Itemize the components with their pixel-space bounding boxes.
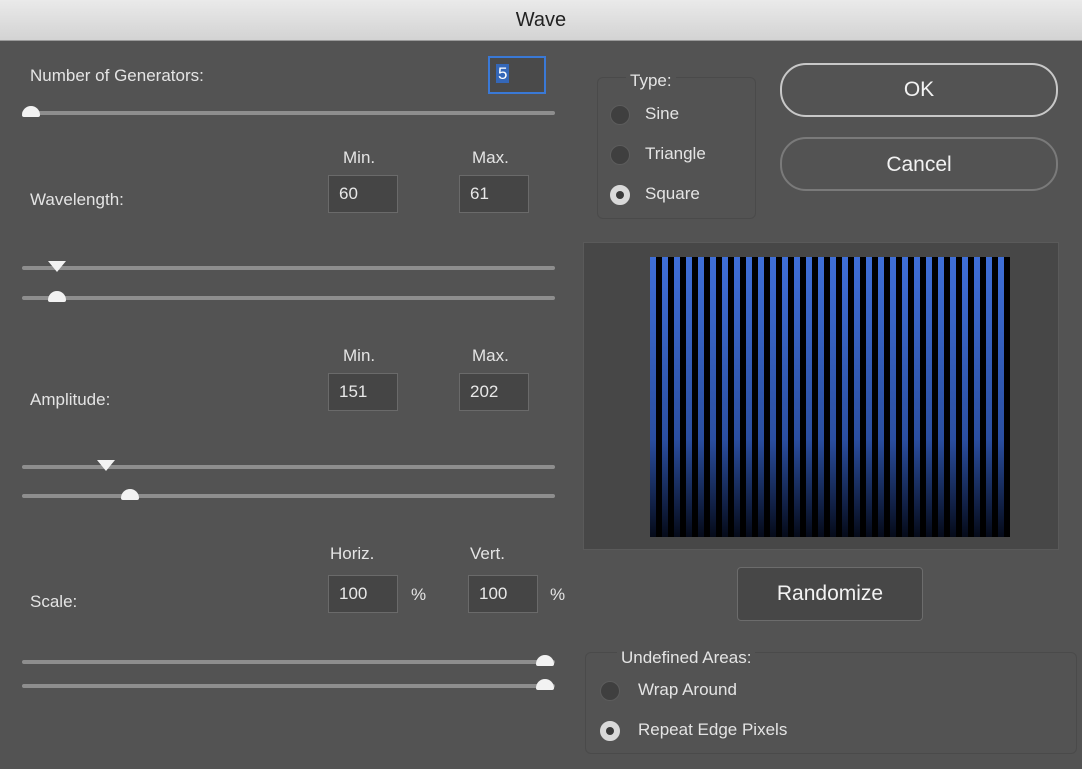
- preview-stripe: [686, 257, 692, 537]
- type-group-title: Type:: [626, 71, 676, 91]
- preview-stripe: [698, 257, 704, 537]
- scale-vert-input[interactable]: 100: [468, 575, 538, 613]
- type-square-radio[interactable]: [610, 185, 630, 205]
- preview-stripe: [998, 257, 1004, 537]
- preview-stripe: [734, 257, 740, 537]
- amplitude-min-input[interactable]: 151: [328, 373, 398, 411]
- type-square-label[interactable]: Square: [645, 184, 700, 204]
- scale-vert-slider-track[interactable]: [22, 684, 555, 688]
- preview-stripe: [866, 257, 872, 537]
- scale-horiz-slider-track[interactable]: [22, 660, 555, 664]
- wave-preview: [650, 257, 1010, 537]
- preview-stripe: [722, 257, 728, 537]
- preview-stripe: [914, 257, 920, 537]
- scale-horiz-input[interactable]: 100: [328, 575, 398, 613]
- preview-stripe: [938, 257, 944, 537]
- preview-stripe: [830, 257, 836, 537]
- wavelength-min-slider-track[interactable]: [22, 266, 555, 270]
- generators-label: Number of Generators:: [30, 66, 204, 85]
- scale-horiz-slider-thumb[interactable]: [536, 655, 554, 666]
- preview-stripe: [974, 257, 980, 537]
- generators-input[interactable]: 5: [488, 56, 546, 94]
- amplitude-label: Amplitude:: [30, 390, 111, 409]
- scale-vert-slider-thumb[interactable]: [536, 679, 554, 690]
- generators-slider-track[interactable]: [22, 111, 555, 115]
- amplitude-max-slider-thumb[interactable]: [121, 489, 139, 500]
- preview-stripe: [674, 257, 680, 537]
- repeat-edge-pixels-label[interactable]: Repeat Edge Pixels: [638, 720, 787, 740]
- wavelength-max-heading: Max.: [472, 148, 509, 167]
- cancel-button[interactable]: Cancel: [780, 137, 1058, 191]
- undefined-areas-title: Undefined Areas:: [617, 648, 756, 668]
- wavelength-max-slider-track[interactable]: [22, 296, 555, 300]
- amplitude-max-slider-track[interactable]: [22, 494, 555, 498]
- wavelength-min-slider-thumb[interactable]: [48, 261, 66, 272]
- preview-stripe: [746, 257, 752, 537]
- preview-stripe: [782, 257, 788, 537]
- amplitude-max-heading: Max.: [472, 346, 509, 365]
- wavelength-label: Wavelength:: [30, 190, 124, 209]
- preview-stripe: [962, 257, 968, 537]
- preview-stripe: [770, 257, 776, 537]
- preview-stripe: [926, 257, 932, 537]
- scale-horiz-unit: %: [411, 585, 427, 604]
- type-triangle-label[interactable]: Triangle: [645, 144, 706, 164]
- preview-stripe: [902, 257, 908, 537]
- wavelength-min-heading: Min.: [343, 148, 376, 167]
- amplitude-min-slider-thumb[interactable]: [97, 460, 115, 471]
- scale-horiz-heading: Horiz.: [330, 544, 375, 563]
- type-triangle-radio[interactable]: [610, 145, 630, 165]
- wrap-around-radio[interactable]: [600, 681, 620, 701]
- wavelength-max-input[interactable]: 61: [459, 175, 529, 213]
- window-title: Wave: [0, 0, 1082, 41]
- preview-frame: [583, 242, 1059, 550]
- preview-stripe: [650, 257, 656, 537]
- preview-stripe: [794, 257, 800, 537]
- generators-slider-thumb[interactable]: [22, 106, 40, 117]
- ok-button[interactable]: OK: [780, 63, 1058, 117]
- preview-stripe: [842, 257, 848, 537]
- preview-stripe: [662, 257, 668, 537]
- preview-stripe: [878, 257, 884, 537]
- scale-vert-unit: %: [550, 585, 566, 604]
- preview-stripe: [758, 257, 764, 537]
- type-sine-radio[interactable]: [610, 105, 630, 125]
- preview-stripe: [710, 257, 716, 537]
- scale-vert-heading: Vert.: [470, 544, 505, 563]
- preview-stripe: [890, 257, 896, 537]
- amplitude-max-input[interactable]: 202: [459, 373, 529, 411]
- randomize-button[interactable]: Randomize: [737, 567, 923, 621]
- preview-stripe: [818, 257, 824, 537]
- generators-value: 5: [496, 64, 510, 83]
- wavelength-max-slider-thumb[interactable]: [48, 291, 66, 302]
- preview-stripe: [806, 257, 812, 537]
- preview-stripe: [986, 257, 992, 537]
- preview-stripe: [854, 257, 860, 537]
- wrap-around-label[interactable]: Wrap Around: [638, 680, 737, 700]
- repeat-edge-pixels-radio[interactable]: [600, 721, 620, 741]
- wavelength-min-input[interactable]: 60: [328, 175, 398, 213]
- type-sine-label[interactable]: Sine: [645, 104, 679, 124]
- preview-stripe: [950, 257, 956, 537]
- scale-label: Scale:: [30, 592, 78, 611]
- amplitude-min-heading: Min.: [343, 346, 376, 365]
